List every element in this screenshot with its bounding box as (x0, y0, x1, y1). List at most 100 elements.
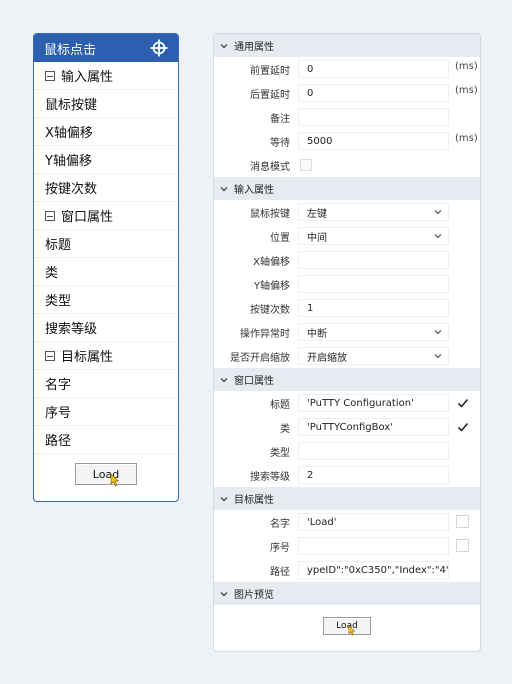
section-title: 窗口属性 (234, 376, 274, 387)
section-window-header[interactable]: 窗口属性 (214, 368, 480, 391)
position-select[interactable]: 中间 (298, 227, 449, 245)
y-offset-label: Y轴偏移 (253, 280, 290, 292)
node-property-row[interactable]: 鼠标按键 (34, 90, 178, 118)
name-checkbox[interactable] (456, 515, 469, 528)
type-input[interactable] (298, 442, 449, 460)
cursor-icon (110, 473, 120, 487)
node-property-row[interactable]: 按键次数 (34, 174, 178, 202)
row-position: 位置 中间 (214, 224, 480, 248)
row-message-mode: 消息模式 (214, 153, 480, 177)
node-property-row[interactable]: Y轴偏移 (34, 146, 178, 174)
collapse-icon[interactable] (45, 210, 55, 221)
wait-unit: (ms) (455, 133, 478, 144)
mouse-button-value: 左键 (307, 208, 327, 220)
chevron-down-icon (220, 496, 228, 501)
image-preview: Load (214, 605, 480, 647)
node-row-label: 目标属性 (61, 350, 114, 365)
name-label: 名字 (270, 518, 290, 530)
search-level-input[interactable]: 2 (298, 466, 449, 484)
row-on-error: 操作异常时 中断 (214, 320, 480, 344)
section-title: 图片预览 (234, 590, 274, 601)
chevron-down-icon (220, 186, 228, 191)
node-row-label: 鼠标按键 (45, 98, 98, 113)
node-row-label: 标题 (45, 238, 72, 253)
mouse-button-select[interactable]: 左键 (298, 203, 449, 221)
type-label: 类型 (270, 447, 290, 459)
node-group-row[interactable]: 窗口属性 (34, 202, 178, 230)
chevron-down-icon (434, 210, 442, 215)
node-group-row[interactable]: 目标属性 (34, 342, 178, 370)
pre-delay-input[interactable]: 0 (298, 60, 449, 78)
row-click-count: 按键次数 1 (214, 296, 480, 320)
section-title: 通用属性 (234, 42, 274, 53)
chevron-down-icon (434, 234, 442, 239)
section-general-header[interactable]: 通用属性 (214, 34, 480, 57)
node-row-label: 窗口属性 (61, 210, 114, 225)
y-offset-input[interactable] (298, 275, 449, 293)
section-target-header[interactable]: 目标属性 (214, 487, 480, 510)
section-preview-header[interactable]: 图片预览 (214, 582, 480, 605)
click-count-input[interactable]: 1 (298, 299, 449, 317)
name-input[interactable]: 'Load' (298, 513, 449, 531)
note-input[interactable] (298, 108, 449, 126)
row-note: 备注 (214, 105, 480, 129)
wait-input[interactable]: 5000 (298, 132, 449, 150)
node-header[interactable]: 鼠标点击 (34, 34, 178, 62)
chevron-down-icon (434, 330, 442, 335)
cursor-icon (348, 625, 356, 636)
post-delay-input[interactable]: 0 (298, 84, 449, 102)
row-zoom: 是否开启缩放 开启缩放 (214, 344, 480, 368)
click-count-label: 按键次数 (250, 304, 290, 316)
row-type: 类型 (214, 439, 480, 463)
node-property-row[interactable]: 类 (34, 258, 178, 286)
post-delay-unit: (ms) (455, 85, 478, 96)
node-row-label: 搜索等级 (45, 322, 98, 337)
node-title: 鼠标点击 (44, 42, 97, 58)
mouse-button-label: 鼠标按键 (250, 208, 290, 220)
position-label: 位置 (270, 232, 290, 244)
check-icon[interactable] (457, 397, 469, 409)
node-row-label: Y轴偏移 (45, 154, 92, 169)
collapse-icon[interactable] (45, 350, 55, 361)
node-property-row[interactable]: 标题 (34, 230, 178, 258)
row-x-offset: X轴偏移 (214, 248, 480, 272)
node-row-label: 输入属性 (61, 70, 114, 85)
node-property-row[interactable]: 名字 (34, 370, 178, 398)
node-property-list: 输入属性鼠标按键 X轴偏移 Y轴偏移按键次数窗口属性标题类类型搜索等级目标属性名字序… (34, 62, 178, 454)
index-input[interactable] (298, 537, 449, 555)
on-error-select[interactable]: 中断 (298, 323, 449, 341)
check-icon[interactable] (457, 421, 469, 433)
load-button[interactable]: Load (75, 463, 137, 487)
mouse-click-node[interactable]: 鼠标点击 输入属性鼠标按键 X轴偏移 Y轴偏移按键次数窗口属性标题类类型搜索等级目标… (33, 33, 179, 502)
zoom-select[interactable]: 开启缩放 (298, 347, 449, 365)
pre-delay-label: 前置延时 (250, 65, 290, 77)
row-search-level: 搜索等级 2 (214, 463, 480, 487)
chevron-down-icon (434, 354, 442, 359)
node-property-row[interactable]: 序号 (34, 398, 178, 426)
node-row-label: X轴偏移 (45, 126, 93, 141)
node-property-row[interactable]: 搜索等级 (34, 314, 178, 342)
node-property-row[interactable]: X轴偏移 (34, 118, 178, 146)
chevron-down-icon (220, 377, 228, 382)
collapse-icon[interactable] (45, 70, 55, 81)
pre-delay-unit: (ms) (455, 61, 478, 72)
preview-load-button[interactable]: Load (323, 617, 371, 636)
x-offset-input[interactable] (298, 251, 449, 269)
class-input[interactable]: 'PuTTYConfigBox' (298, 418, 449, 436)
row-name: 名字 'Load' (214, 510, 480, 534)
row-pre-delay: 前置延时 0 (ms) (214, 57, 480, 81)
path-input[interactable]: ypeID":"0xC350","Index":"4"}]} (298, 561, 449, 579)
section-input-header[interactable]: 输入属性 (214, 177, 480, 200)
node-group-row[interactable]: 输入属性 (34, 62, 178, 90)
node-property-row[interactable]: 路径 (34, 426, 178, 454)
crosshair-icon[interactable] (150, 39, 168, 57)
message-mode-checkbox[interactable] (300, 159, 312, 171)
node-row-label: 序号 (45, 406, 72, 421)
x-offset-label: X轴偏移 (253, 256, 290, 268)
row-index: 序号 (214, 534, 480, 558)
node-property-row[interactable]: 类型 (34, 286, 178, 314)
row-wait: 等待 5000 (ms) (214, 129, 480, 153)
index-checkbox[interactable] (456, 539, 469, 552)
window-title-label: 标题 (270, 399, 290, 411)
window-title-input[interactable]: 'PuTTY Configuration' (298, 394, 449, 412)
